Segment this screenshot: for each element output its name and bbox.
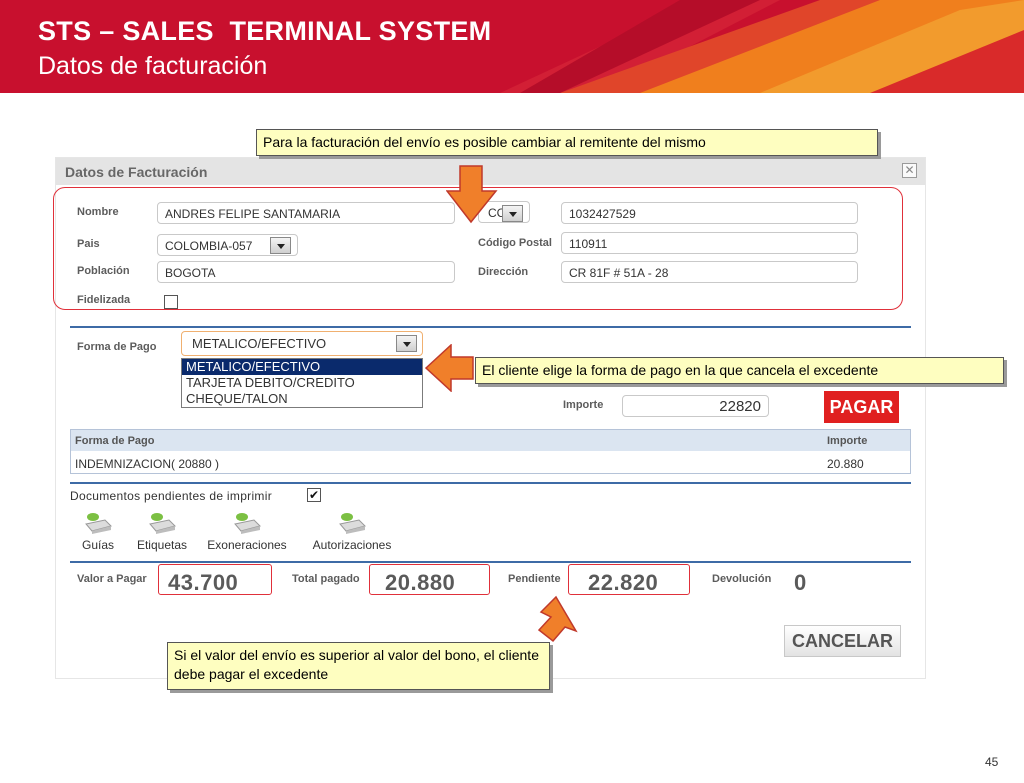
option-metalico-efectivo[interactable]: METALICO/EFECTIVO — [182, 359, 422, 375]
poblacion-label: Población — [77, 265, 130, 277]
devolucion-label: Devolución — [712, 573, 772, 585]
print-guias[interactable]: Guías — [79, 512, 117, 552]
print-etiquetas-label: Etiquetas — [136, 538, 188, 552]
pais-value: COLOMBIA-057 — [165, 239, 253, 253]
printer-icon — [149, 513, 176, 534]
nombre-input[interactable]: ANDRES FELIPE SANTAMARIA — [157, 202, 455, 224]
callout-payment-method-text: El cliente elige la forma de pago en la … — [482, 362, 879, 378]
direccion-label: Dirección — [478, 266, 529, 278]
slide-header: STS – SALES TERMINAL SYSTEM Datos de fac… — [0, 0, 1024, 93]
doc-number-input[interactable]: 1032427529 — [561, 202, 858, 224]
section-divider — [70, 326, 911, 328]
callout-pay-excess: Si el valor del envío es superior al val… — [167, 642, 550, 690]
callout-change-sender-text: Para la facturación del envío es posible… — [263, 134, 706, 150]
forma-pago-options: METALICO/EFECTIVO TARJETA DEBITO/CREDITO… — [181, 358, 423, 408]
print-guias-label: Guías — [81, 538, 114, 552]
nombre-label: Nombre — [77, 206, 119, 218]
callout-payment-method: El cliente elige la forma de pago en la … — [475, 357, 1004, 384]
importe-input[interactable]: 22820 — [622, 395, 769, 417]
row-importe: 20.880 — [827, 457, 864, 471]
payments-table: Forma de Pago Importe INDEMNIZACION( 208… — [70, 429, 911, 474]
forma-pago-value: METALICO/EFECTIVO — [192, 336, 327, 351]
check-icon: ✔ — [308, 488, 320, 502]
poblacion-input[interactable]: BOGOTA — [157, 261, 455, 283]
devolucion-value: 0 — [794, 570, 807, 595]
callout-pay-excess-text: Si el valor del envío es superior al val… — [174, 647, 539, 682]
option-tarjeta-debito-credito[interactable]: TARJETA DEBITO/CREDITO — [182, 375, 422, 391]
section-divider — [70, 482, 911, 484]
forma-pago-select[interactable]: METALICO/EFECTIVO — [181, 331, 423, 356]
header-forma-pago: Forma de Pago — [75, 435, 155, 447]
doc-type-dropdown-button[interactable] — [502, 205, 523, 222]
codigo-postal-label: Código Postal — [478, 237, 552, 249]
pais-dropdown-button[interactable] — [270, 237, 291, 254]
pendiente-label: Pendiente — [508, 573, 561, 585]
row-forma-pago: INDEMNIZACION( 20880 ) — [75, 457, 220, 471]
header-importe: Importe — [827, 435, 868, 447]
print-exoneraciones-label: Exoneraciones — [207, 538, 287, 552]
table-header: Forma de Pago Importe — [71, 430, 910, 451]
slide-title: STS – SALES TERMINAL SYSTEM — [38, 16, 492, 46]
print-exoneraciones[interactable]: Exoneraciones — [202, 512, 292, 552]
printer-icon — [234, 513, 261, 534]
option-cheque-talon[interactable]: CHEQUE/TALON — [182, 391, 422, 407]
total-pagado-label: Total pagado — [292, 573, 360, 585]
left-arrow-annotation — [425, 344, 474, 392]
print-autorizaciones[interactable]: Autorizaciones — [307, 512, 397, 552]
slide-subtitle: Datos de facturación — [38, 52, 268, 80]
page-number: 45 — [985, 755, 999, 769]
documents-label: Documentos pendientes de imprimir — [70, 489, 272, 503]
down-arrow-annotation — [446, 165, 498, 224]
section-divider — [70, 561, 911, 563]
up-right-arrow-annotation — [537, 595, 578, 643]
print-etiquetas[interactable]: Etiquetas — [133, 512, 191, 552]
pendiente-value: 22.820 — [588, 570, 659, 595]
pais-label: Pais — [77, 238, 100, 250]
print-autorizaciones-label: Autorizaciones — [312, 538, 392, 552]
codigo-postal-input[interactable]: 110911 — [561, 232, 858, 254]
direccion-input[interactable]: CR 81F # 51A - 28 — [561, 261, 858, 283]
valor-a-pagar-value: 43.700 — [168, 570, 239, 595]
total-pagado-value: 20.880 — [385, 570, 456, 595]
documents-checkbox[interactable]: ✔ — [307, 488, 321, 502]
fidelizada-label: Fidelizada — [77, 294, 131, 306]
forma-pago-dropdown-button[interactable] — [396, 335, 417, 352]
callout-change-sender: Para la facturación del envío es posible… — [256, 129, 878, 156]
close-icon: ✕ — [904, 163, 915, 177]
pagar-button[interactable]: PAGAR — [824, 391, 899, 423]
printer-icon — [339, 513, 366, 534]
printer-icon — [85, 513, 112, 534]
dialog-title: Datos de Facturación — [65, 164, 208, 180]
importe-label: Importe — [563, 399, 604, 411]
fidelizada-checkbox[interactable] — [164, 295, 178, 309]
valor-a-pagar-label: Valor a Pagar — [77, 573, 147, 585]
forma-pago-label: Forma de Pago — [77, 341, 157, 353]
close-button[interactable]: ✕ — [902, 163, 917, 178]
cancelar-button[interactable]: CANCELAR — [784, 625, 901, 657]
